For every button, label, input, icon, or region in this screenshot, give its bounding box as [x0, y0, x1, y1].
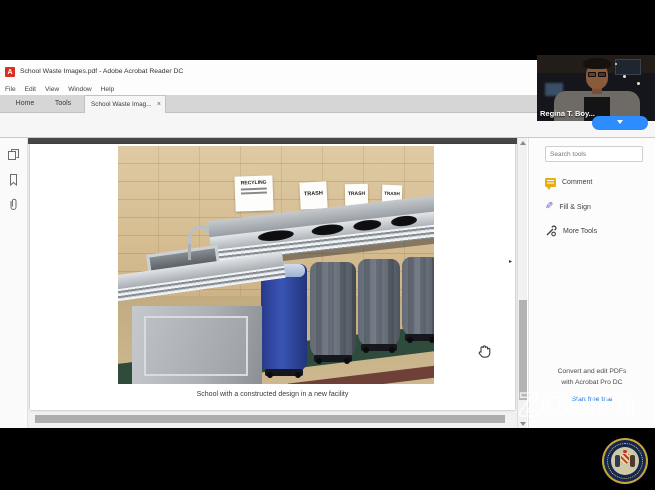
recycling-sign: RECYLING [234, 175, 273, 211]
participant-glasses [598, 72, 606, 77]
bookmarks-button[interactable] [7, 173, 21, 187]
panel-item-fill-sign[interactable]: ✎ Fill & Sign [545, 199, 649, 215]
pdf-page: RECYLING TRASH TRASH TRASH [30, 144, 515, 410]
menu-file[interactable]: File [5, 86, 16, 93]
tab-tools[interactable]: Tools [46, 95, 80, 113]
promo-line-2: with Acrobat Pro DC [529, 377, 655, 388]
page-thumbnails-button[interactable] [7, 148, 21, 162]
panel-item-more-tools[interactable]: More Tools [545, 223, 649, 239]
horizontal-scrollbar[interactable] [30, 414, 515, 424]
bin-dolly [361, 344, 396, 351]
seal-shield [621, 454, 629, 464]
paperclip-icon [7, 198, 20, 211]
tab-document-label: School Waste Imag... [91, 101, 152, 108]
horizontal-scrollbar-thumb[interactable] [35, 415, 505, 423]
gray-trash-bin [310, 262, 356, 358]
gray-trash-bin [402, 257, 434, 337]
participant-video[interactable]: Regina T. Boy... [537, 55, 655, 121]
video-background-light [615, 63, 617, 65]
seal-crest [623, 450, 627, 453]
trash-sign-text: TRASH [345, 191, 368, 197]
fill-sign-icon: ✎ [545, 202, 553, 212]
menu-view[interactable]: View [45, 86, 59, 93]
tab-home[interactable]: Home [6, 95, 44, 113]
menu-help[interactable]: Help [101, 86, 115, 93]
participant-glasses [588, 72, 596, 77]
faucet-stem [188, 244, 191, 260]
cabinet-panel [144, 316, 248, 376]
trash-sign-text: TRASH [300, 190, 327, 197]
chevron-down-icon [617, 120, 623, 124]
acrobat-pro-promo: Convert and edit PDFs with Acrobat Pro D… [529, 366, 655, 388]
seal-figure-right [630, 455, 635, 467]
meeting-control-button[interactable] [592, 116, 648, 130]
triangle-down-icon [520, 422, 526, 426]
bin-dolly [265, 369, 304, 376]
triangle-up-icon [520, 141, 526, 145]
waste-station-photo: RECYLING TRASH TRASH TRASH [118, 146, 434, 384]
zoom-meeting-screen-share: A School Waste Images.pdf - Adobe Acroba… [0, 0, 655, 490]
trash-sign-1: TRASH [299, 181, 327, 209]
recycling-sign-text: RECYLING [235, 179, 273, 186]
bookmark-icon [7, 173, 20, 186]
video-background-light [637, 82, 640, 85]
panel-item-label: Comment [562, 179, 592, 186]
sign-subtext-line [241, 188, 268, 191]
vertical-scrollbar[interactable] [517, 138, 527, 428]
sign-subtext-line [241, 191, 268, 194]
navigation-pane-strip [0, 138, 28, 428]
comment-icon [545, 178, 556, 187]
participant-hair [583, 58, 611, 69]
tools-panel: Comment ✎ Fill & Sign More Tools Convert… [528, 138, 655, 428]
participant-name-label: Regina T. Boy... [540, 109, 595, 118]
page-thumbnails-icon [7, 148, 20, 161]
window-title: School Waste Images.pdf - Adobe Acrobat … [20, 60, 183, 84]
document-pane[interactable]: RECYLING TRASH TRASH TRASH [28, 138, 517, 428]
government-seal [602, 438, 648, 484]
attachments-button[interactable] [7, 198, 21, 212]
video-background-light [623, 75, 626, 78]
panel-collapse-handle[interactable]: ▸ [509, 258, 512, 265]
panel-item-label: Fill & Sign [559, 204, 591, 211]
bin-dolly [405, 334, 434, 341]
vertical-scrollbar-thumb[interactable] [519, 300, 527, 400]
panel-item-label: More Tools [563, 228, 597, 235]
bin-dolly [314, 355, 353, 362]
menu-window[interactable]: Window [68, 86, 91, 93]
seal-center [611, 447, 639, 475]
document-area: RECYLING TRASH TRASH TRASH [0, 138, 655, 428]
promo-line-1: Convert and edit PDFs [529, 366, 655, 377]
video-background-frame [615, 59, 641, 75]
faucet [188, 226, 208, 246]
start-free-trial-link[interactable]: Start free trial [529, 396, 655, 403]
hand-cursor [476, 343, 492, 359]
acrobat-app-icon: A [5, 67, 15, 77]
tab-close-icon[interactable]: × [157, 96, 161, 114]
trash-sign-text: TRASH [382, 191, 402, 197]
scroll-down-arrow[interactable] [518, 419, 528, 428]
more-tools-icon [545, 225, 557, 237]
panel-item-comment[interactable]: Comment [545, 174, 649, 190]
sink-cabinet [132, 306, 262, 384]
figure-caption: School with a constructed design in a ne… [30, 391, 515, 398]
tab-document[interactable]: School Waste Imag... × [84, 95, 166, 113]
seal-figure-left [615, 455, 620, 467]
search-tools-input[interactable] [545, 146, 643, 162]
gray-trash-bin [358, 259, 400, 347]
menu-edit[interactable]: Edit [25, 86, 36, 93]
scroll-up-arrow[interactable] [518, 138, 528, 147]
